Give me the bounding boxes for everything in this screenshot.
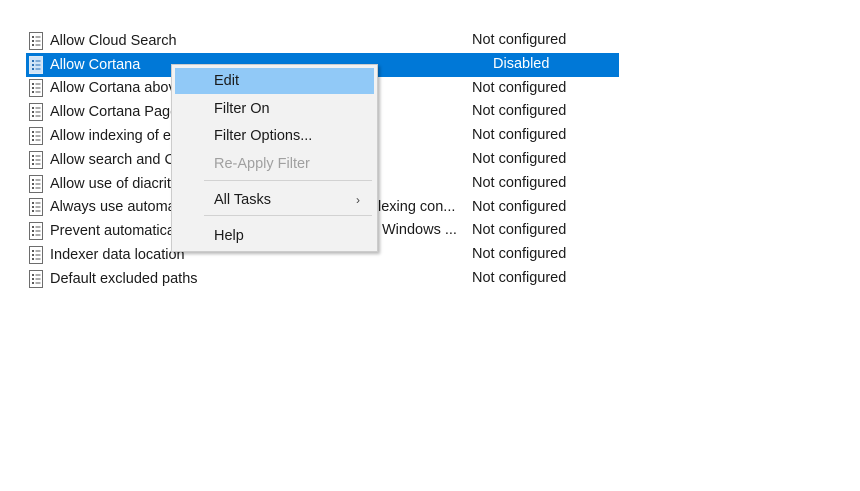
policy-editor-view: Allow Cloud Search Not configured Allow … bbox=[0, 0, 860, 491]
policy-setting-icon bbox=[27, 150, 45, 170]
policy-setting-icon bbox=[27, 31, 45, 51]
policy-setting-icon bbox=[27, 126, 45, 146]
policy-row[interactable]: Default excluded paths Not configured bbox=[26, 267, 619, 291]
policy-setting-icon bbox=[27, 269, 45, 289]
policy-name: Default excluded paths bbox=[50, 270, 198, 287]
context-menu-item-filter-options[interactable]: Filter Options... bbox=[175, 123, 374, 149]
policy-name-overflow: Windows ... bbox=[382, 222, 457, 239]
policy-state: Not configured bbox=[472, 246, 567, 263]
policy-state: Disabled bbox=[493, 55, 550, 72]
context-menu-item-help[interactable]: Help bbox=[175, 223, 374, 249]
policy-state: Not configured bbox=[472, 222, 567, 239]
policy-state: Not configured bbox=[472, 127, 567, 144]
policy-state: Not configured bbox=[472, 269, 567, 286]
policy-state: Not configured bbox=[472, 198, 567, 215]
context-menu-separator bbox=[204, 180, 372, 181]
policy-setting-icon bbox=[27, 102, 45, 122]
policy-setting-icon bbox=[27, 221, 45, 241]
context-menu-item-all-tasks[interactable]: All Tasks › bbox=[175, 187, 374, 213]
policy-setting-icon bbox=[27, 78, 45, 98]
policy-setting-icon bbox=[27, 55, 45, 75]
policy-setting-icon bbox=[27, 174, 45, 194]
policy-state: Not configured bbox=[472, 103, 567, 120]
context-menu-item-filter-on[interactable]: Filter On bbox=[175, 96, 374, 122]
policy-state: Not configured bbox=[472, 174, 567, 191]
chevron-right-icon: › bbox=[356, 193, 360, 207]
policy-state: Not configured bbox=[472, 79, 567, 96]
policy-setting-icon bbox=[27, 245, 45, 265]
policy-state: Not configured bbox=[472, 150, 567, 167]
policy-state: Not configured bbox=[472, 32, 567, 48]
context-menu-item-label: All Tasks bbox=[214, 192, 271, 208]
context-menu-separator bbox=[204, 215, 372, 216]
context-menu-item-edit[interactable]: Edit bbox=[175, 68, 374, 94]
policy-setting-icon bbox=[27, 197, 45, 217]
policy-name: Allow Cloud Search bbox=[50, 32, 177, 49]
policy-row[interactable]: Allow Cloud Search Not configured bbox=[26, 29, 619, 53]
policy-name-overflow: lexing con... bbox=[378, 198, 456, 215]
context-menu: Edit Filter On Filter Options... Re-Appl… bbox=[171, 64, 378, 252]
context-menu-item-reapply-filter: Re-Apply Filter bbox=[214, 156, 310, 172]
